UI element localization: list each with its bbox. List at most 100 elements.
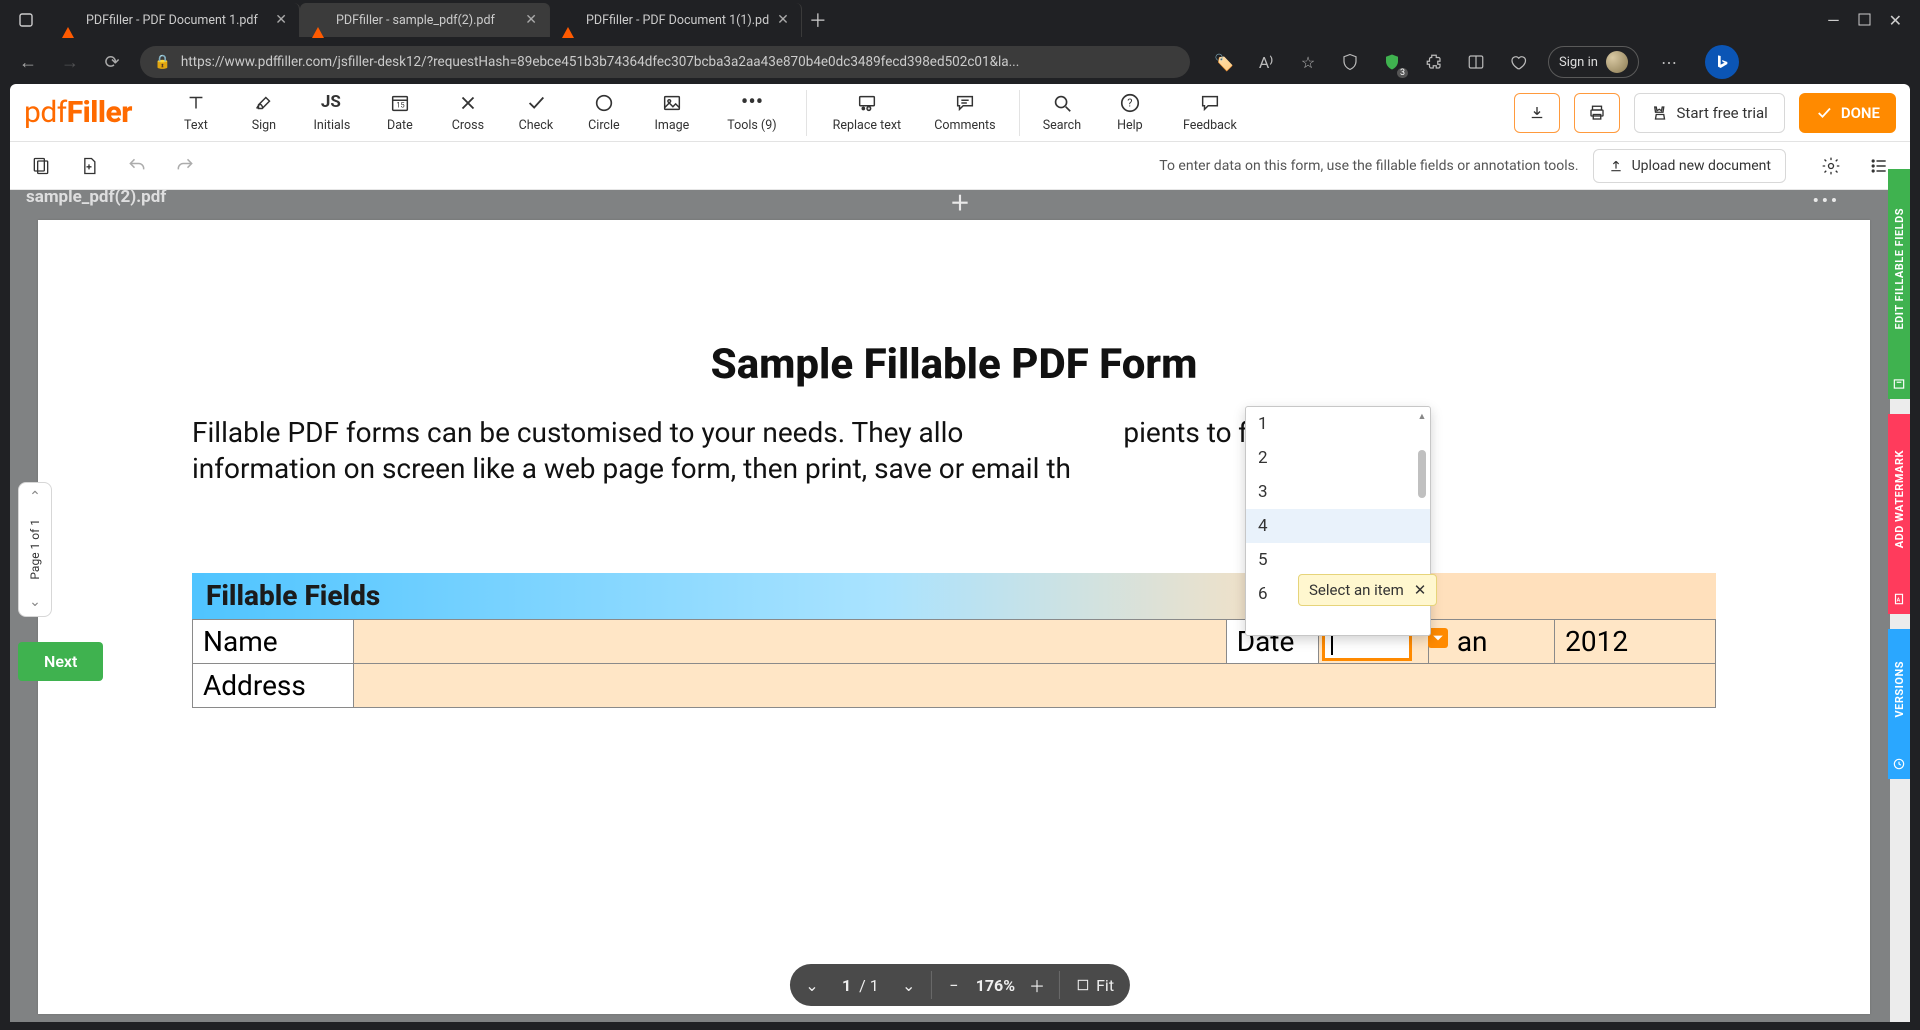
browser-tab-1[interactable]: PDFfiller - PDF Document 1.pdf ✕ bbox=[50, 3, 300, 37]
date-month-field[interactable]: an bbox=[1428, 619, 1554, 663]
lock-icon: 🔒 bbox=[154, 54, 171, 70]
date-year-field[interactable]: 2012 bbox=[1555, 619, 1716, 663]
address-bar[interactable]: 🔒 https://www.pdffiller.com/jsfiller-des… bbox=[140, 46, 1190, 78]
document-title: Sample Fillable PDF Form bbox=[192, 340, 1716, 389]
tool-circle[interactable]: Circle bbox=[570, 88, 638, 138]
tool-date[interactable]: 15Date bbox=[366, 88, 434, 138]
page-up-button[interactable]: ⌃ bbox=[29, 489, 41, 505]
tracking-shield-icon[interactable] bbox=[1338, 50, 1362, 74]
extensions-icon[interactable] bbox=[1422, 50, 1446, 74]
tool-initials[interactable]: JSInitials bbox=[298, 88, 366, 138]
maximize-icon[interactable] bbox=[1858, 11, 1871, 30]
page-indicator: Page 1 of 1 bbox=[28, 513, 42, 586]
settings-gear-button[interactable] bbox=[1814, 149, 1848, 183]
upload-document-button[interactable]: Upload new document bbox=[1593, 149, 1786, 183]
browser-tab-2[interactable]: PDFfiller - sample_pdf(2).pdf ✕ bbox=[300, 3, 550, 37]
tool-check[interactable]: Check bbox=[502, 88, 570, 138]
total-pages: / 1 bbox=[859, 976, 887, 995]
dropdown-option[interactable]: 5 bbox=[1246, 543, 1430, 577]
dropdown-option[interactable]: 1 bbox=[1246, 407, 1430, 441]
prev-page-button[interactable]: ⌄ bbox=[790, 964, 834, 1006]
url-text: https://www.pdffiller.com/jsfiller-desk1… bbox=[181, 54, 1176, 70]
next-button[interactable]: Next bbox=[18, 642, 103, 681]
svg-text:15: 15 bbox=[396, 101, 404, 110]
zoom-in-button[interactable]: ＋ bbox=[1015, 964, 1059, 1006]
page-down-button[interactable]: ⌄ bbox=[29, 594, 41, 610]
close-icon[interactable]: ✕ bbox=[525, 12, 537, 28]
brand-logo: pdfFiller bbox=[24, 95, 132, 130]
pdf-page: Sample Fillable PDF Form Fillable PDF fo… bbox=[38, 220, 1870, 1014]
tool-cross[interactable]: Cross bbox=[434, 88, 502, 138]
split-icon[interactable] bbox=[1464, 50, 1488, 74]
start-trial-button[interactable]: Start free trial bbox=[1634, 93, 1785, 133]
more-menu-icon[interactable]: ⋯ bbox=[1657, 50, 1681, 74]
current-page[interactable]: 1 bbox=[834, 976, 859, 995]
documents-panel-button[interactable] bbox=[24, 149, 58, 183]
avatar bbox=[1606, 51, 1628, 73]
rail-versions[interactable]: VERSIONS bbox=[1888, 629, 1910, 749]
signin-label: Sign in bbox=[1559, 55, 1598, 70]
select-item-tooltip: Select an item ✕ bbox=[1298, 574, 1437, 606]
tool-more[interactable]: •••Tools (9) bbox=[706, 88, 798, 138]
download-button[interactable] bbox=[1514, 93, 1560, 133]
table-row: Name Date an 2012 bbox=[193, 619, 1716, 663]
document-tab-title[interactable]: sample_pdf(2).pdf bbox=[26, 187, 166, 207]
badge-count: 3 bbox=[1397, 68, 1408, 78]
tool-comments[interactable]: Comments bbox=[919, 88, 1011, 138]
dropdown-option[interactable]: 3 bbox=[1246, 475, 1430, 509]
read-aloud-icon[interactable]: A⁾ bbox=[1254, 50, 1278, 74]
minimize-icon[interactable]: — bbox=[1827, 11, 1840, 30]
back-button[interactable]: ← bbox=[14, 52, 42, 73]
close-window-icon[interactable]: ✕ bbox=[1889, 11, 1902, 30]
reload-button[interactable]: ⟳ bbox=[98, 52, 126, 73]
favorite-icon[interactable]: ☆ bbox=[1296, 50, 1320, 74]
tool-text[interactable]: Text bbox=[162, 88, 230, 138]
page-dropdown-button[interactable]: ⌄ bbox=[887, 964, 931, 1006]
add-page-button[interactable] bbox=[72, 149, 106, 183]
print-button[interactable] bbox=[1574, 93, 1620, 133]
tool-replace-text[interactable]: Replace text bbox=[815, 88, 919, 138]
done-button[interactable]: DONE bbox=[1799, 93, 1896, 133]
tool-help[interactable]: ?Help bbox=[1096, 88, 1164, 138]
rail-edit-fields[interactable]: EDIT FILLABLE FIELDS bbox=[1888, 169, 1910, 369]
document-paragraph: Fillable PDF forms can be customised to … bbox=[192, 415, 1716, 487]
close-icon[interactable]: ✕ bbox=[275, 12, 287, 28]
rail-edit-fields-icon[interactable] bbox=[1888, 369, 1910, 399]
tool-image[interactable]: Image bbox=[638, 88, 706, 138]
forward-button: → bbox=[56, 52, 84, 73]
redo-button[interactable] bbox=[168, 149, 202, 183]
bing-button[interactable] bbox=[1705, 45, 1739, 79]
name-field[interactable] bbox=[353, 619, 1226, 663]
tag-icon[interactable]: 🏷️ bbox=[1212, 50, 1236, 74]
pdffiller-favicon bbox=[312, 12, 328, 28]
tool-search[interactable]: Search bbox=[1028, 88, 1096, 138]
dropdown-option[interactable]: 2 bbox=[1246, 441, 1430, 475]
tab-title: PDFfiller - PDF Document 1(1).pd bbox=[586, 13, 769, 28]
address-field[interactable] bbox=[353, 663, 1715, 707]
undo-button[interactable] bbox=[120, 149, 154, 183]
collections-icon[interactable] bbox=[1506, 50, 1530, 74]
adblock-shield-icon[interactable]: 3 bbox=[1380, 50, 1404, 74]
fillable-table: Name Date an 2012 Address bbox=[192, 619, 1716, 708]
fit-button[interactable]: Fit bbox=[1060, 964, 1130, 1006]
close-icon[interactable]: ✕ bbox=[777, 12, 789, 28]
zoom-out-button[interactable]: − bbox=[932, 964, 976, 1006]
new-tab-button[interactable]: ＋ bbox=[802, 7, 834, 33]
page-zoom-controls: ⌄ 1 / 1 ⌄ − 176% ＋ Fit bbox=[790, 964, 1130, 1006]
tab-overview-button[interactable] bbox=[8, 2, 44, 38]
pdffiller-favicon bbox=[62, 12, 78, 28]
svg-text:A: A bbox=[1897, 597, 1901, 603]
tool-feedback[interactable]: Feedback bbox=[1164, 88, 1256, 138]
rail-watermark[interactable]: ADD WATERMARK bbox=[1888, 414, 1910, 584]
table-row: Address bbox=[193, 663, 1716, 707]
rail-versions-icon[interactable] bbox=[1888, 749, 1910, 779]
zoom-level: 176% bbox=[976, 976, 1015, 995]
rail-watermark-icon[interactable]: A bbox=[1888, 584, 1910, 614]
browser-tab-3[interactable]: PDFfiller - PDF Document 1(1).pd ✕ bbox=[550, 3, 802, 37]
signin-button[interactable]: Sign in bbox=[1548, 46, 1639, 78]
tool-sign[interactable]: Sign bbox=[230, 88, 298, 138]
dropdown-option[interactable]: 4 bbox=[1246, 509, 1430, 543]
doc-tab-more-icon[interactable]: ••• bbox=[1813, 191, 1840, 211]
page-navigator: ⌃ Page 1 of 1 ⌄ bbox=[18, 482, 52, 617]
tooltip-close-icon[interactable]: ✕ bbox=[1414, 581, 1427, 599]
